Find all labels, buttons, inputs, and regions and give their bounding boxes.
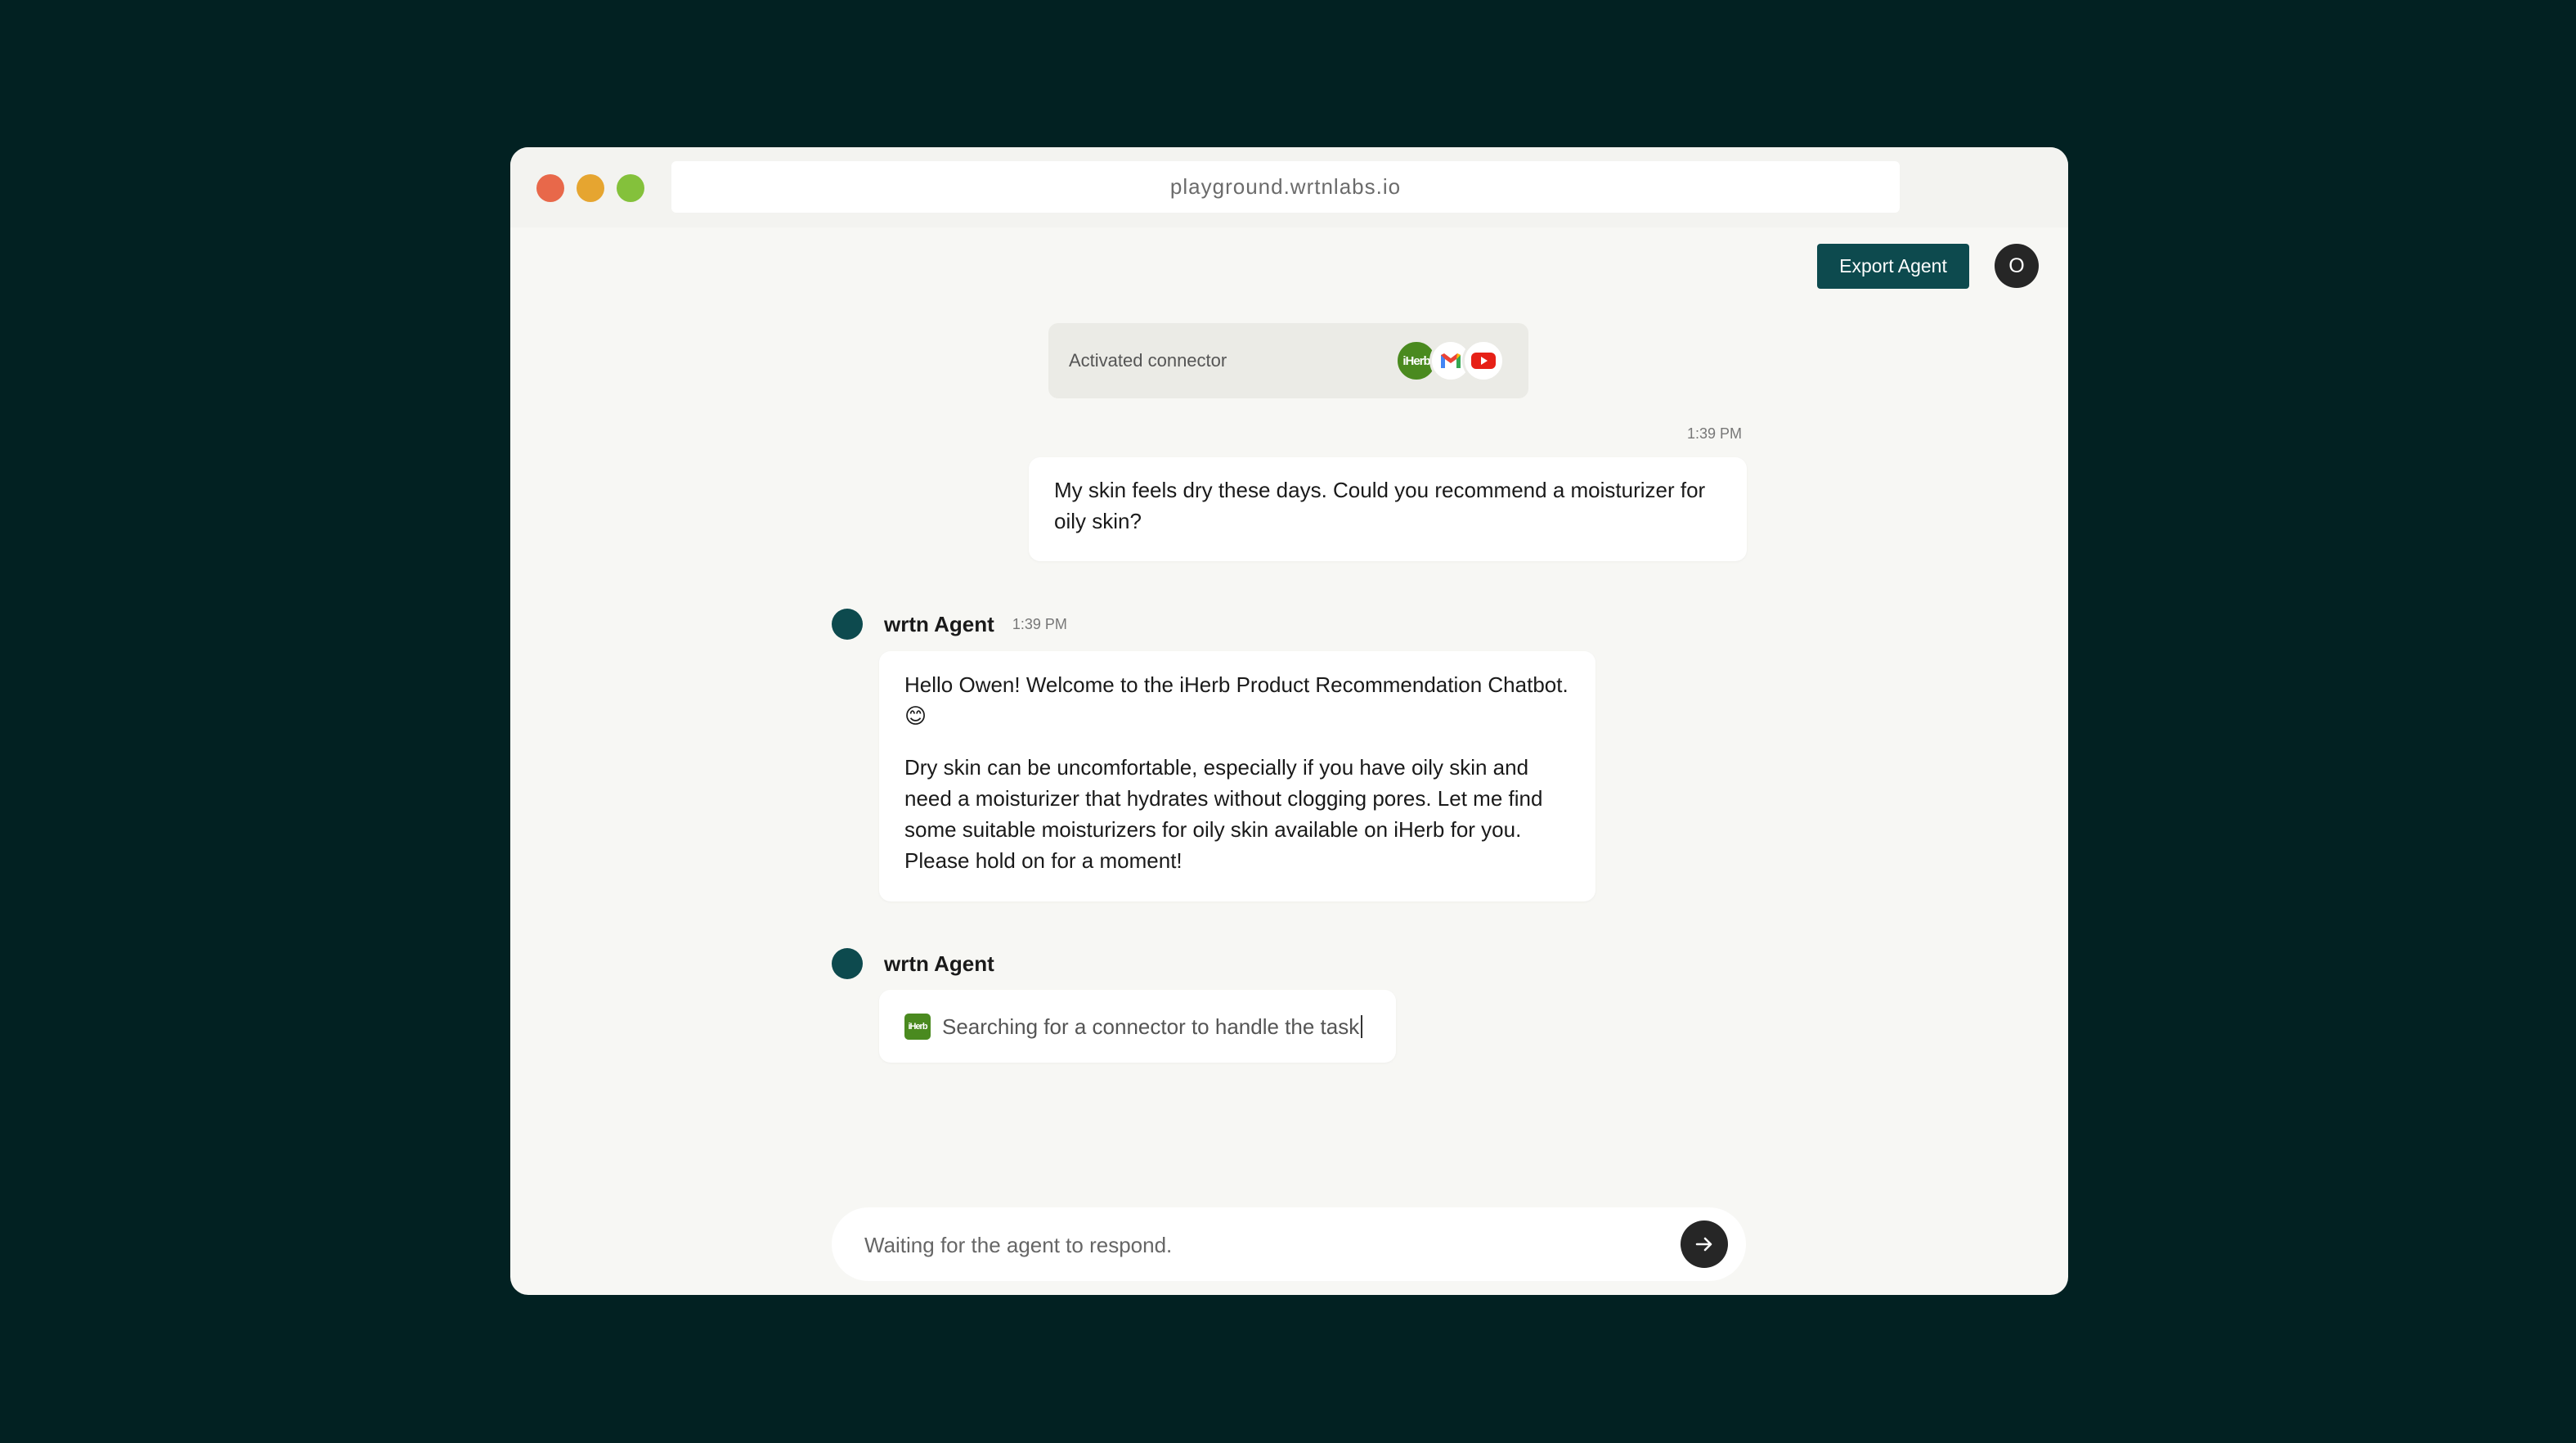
send-button[interactable]: [1681, 1220, 1728, 1268]
export-agent-button[interactable]: Export Agent: [1817, 244, 1969, 289]
youtube-icon: [1462, 339, 1505, 382]
arrow-right-icon: [1695, 1237, 1712, 1252]
agent-message-paragraph: Hello Owen! Welcome to the iHerb Product…: [904, 672, 1568, 728]
maximize-window-icon[interactable]: [617, 174, 644, 202]
user-message-bubble: My skin feels dry these days. Could you …: [1029, 457, 1747, 561]
user-avatar[interactable]: O: [1995, 244, 2039, 288]
message-input[interactable]: [863, 1207, 1651, 1283]
browser-window: playground.wrtnlabs.io Export Agent O Ac…: [510, 147, 2068, 1295]
agent-name: wrtn Agent: [884, 951, 994, 976]
agent-message-timestamp: 1:39 PM: [1012, 615, 1067, 632]
agent-name: wrtn Agent: [884, 611, 994, 636]
address-bar[interactable]: playground.wrtnlabs.io: [671, 161, 1900, 213]
message-composer: [832, 1207, 1746, 1283]
typing-cursor: [1361, 1014, 1363, 1038]
agent-avatar: [832, 609, 863, 640]
browser-titlebar: playground.wrtnlabs.io: [510, 147, 2068, 227]
close-window-icon[interactable]: [536, 174, 564, 202]
agent-message-paragraph: Dry skin can be uncomfortable, especiall…: [904, 755, 1543, 873]
agent-status-text: Searching for a connector to handle the …: [942, 1014, 1360, 1039]
activated-connector-card: Activated connector iHerb: [1048, 323, 1528, 398]
agent-message-bubble: Hello Owen! Welcome to the iHerb Product…: [879, 651, 1595, 901]
agent-message-header: wrtn Agent 1:39 PM: [832, 609, 1067, 640]
minimize-window-icon[interactable]: [577, 174, 604, 202]
agent-avatar: [832, 948, 863, 979]
connector-label: Activated connector: [1069, 350, 1227, 371]
user-message-timestamp: 1:39 PM: [1687, 425, 1743, 442]
agent-message-header: wrtn Agent: [832, 948, 994, 979]
iherb-icon: iHerb: [904, 1013, 931, 1040]
agent-status-bubble: iHerb Searching for a connector to handl…: [879, 990, 1396, 1063]
